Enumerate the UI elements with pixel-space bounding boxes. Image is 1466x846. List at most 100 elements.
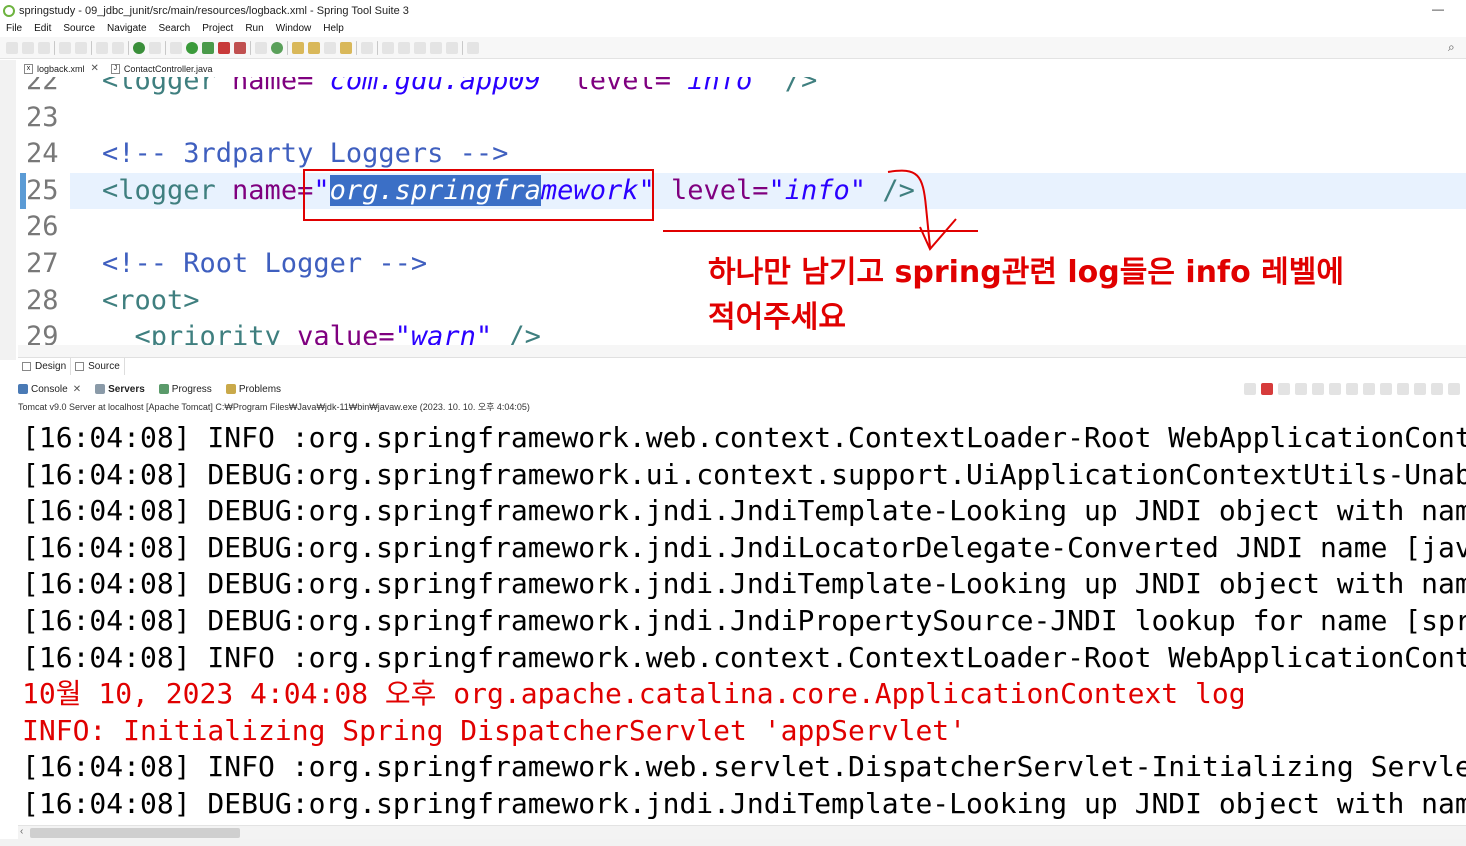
run-icon[interactable] — [186, 41, 198, 54]
console-output[interactable]: [16:04:08] INFO :org.springframework.web… — [18, 420, 1466, 825]
open-type-icon[interactable] — [292, 41, 304, 54]
code-token: <!-- Root Logger --> — [102, 248, 428, 279]
problems-icon — [225, 384, 236, 394]
stop-icon[interactable] — [218, 41, 230, 54]
servers-icon — [95, 384, 106, 394]
menu-item-window[interactable]: Window — [276, 23, 312, 34]
new-class-icon[interactable] — [271, 41, 283, 54]
menu-item-edit[interactable]: Edit — [34, 23, 51, 34]
print-icon[interactable] — [59, 41, 71, 54]
console-process-label: Tomcat v9.0 Server at localhost [Apache … — [18, 402, 530, 412]
console-horizontal-scrollbar[interactable]: ‹ — [18, 825, 1466, 839]
open-perspective-icon[interactable] — [467, 41, 479, 54]
close-icon[interactable]: ✕ — [73, 384, 81, 395]
skip-breakpoints-icon[interactable] — [112, 41, 124, 54]
open-folder-icon[interactable] — [308, 41, 320, 54]
menu-item-file[interactable]: File — [6, 23, 22, 34]
scrollbar-thumb[interactable] — [30, 828, 240, 838]
code-token: <!-- 3rdparty Loggers --> — [102, 138, 509, 170]
menu-item-search[interactable]: Search — [159, 23, 191, 34]
tab-logback-xml[interactable]: x logback.xml ✕ — [18, 60, 105, 77]
start-server-icon[interactable] — [133, 41, 145, 54]
line-number: 26 — [26, 211, 59, 243]
code-token: /> — [768, 77, 818, 96]
code-token: name= — [232, 174, 314, 206]
tab-source[interactable]: Source — [71, 358, 125, 375]
console-toolbar — [1244, 383, 1460, 395]
open-console-icon[interactable] — [1431, 383, 1443, 395]
annotation-text-line2: 적어주세요 — [708, 300, 846, 335]
clear-console-icon[interactable] — [1312, 383, 1324, 395]
pin-console-icon[interactable] — [1397, 383, 1409, 395]
copy-icon[interactable] — [75, 41, 87, 54]
line-number: 29 — [26, 321, 59, 345]
tab-console[interactable]: Console ✕ — [18, 384, 81, 395]
save-icon[interactable] — [22, 41, 34, 54]
coverage-icon[interactable] — [234, 41, 246, 54]
minimize-button[interactable]: — — [1432, 2, 1444, 16]
terminate-icon[interactable] — [1261, 383, 1273, 395]
line-number: 28 — [26, 284, 59, 316]
show-stdout-icon[interactable] — [1363, 383, 1375, 395]
code-line: <root> — [102, 285, 200, 316]
window-titlebar: springstudy - 09_jdbc_junit/src/main/res… — [0, 0, 1466, 22]
code-token: <root> — [102, 284, 200, 316]
console-line: [16:04:08] INFO :org.springframework.web… — [22, 421, 1466, 454]
tab-problems[interactable]: Problems — [225, 384, 281, 395]
console-line: [16:04:08] DEBUG:org.springframework.jnd… — [22, 786, 1466, 820]
back-icon[interactable] — [430, 41, 442, 54]
save-all-icon[interactable] — [38, 41, 50, 54]
java-file-icon: J — [110, 63, 120, 74]
word-wrap-icon[interactable] — [1346, 383, 1358, 395]
menu-item-project[interactable]: Project — [202, 23, 233, 34]
editor-tab-bar: x logback.xml ✕ J ContactController.java — [18, 60, 1466, 77]
menu-item-run[interactable]: Run — [245, 23, 263, 34]
menu-item-navigate[interactable]: Navigate — [107, 23, 146, 34]
sts-app-icon — [3, 4, 15, 17]
remove-all-icon[interactable] — [1295, 383, 1307, 395]
editor-horizontal-scrollbar[interactable] — [18, 345, 1466, 357]
tab-contact-controller[interactable]: J ContactController.java — [105, 60, 219, 77]
tab-label: Source — [88, 361, 120, 372]
toolbar-separator — [54, 40, 55, 55]
annotation-icon[interactable] — [382, 41, 394, 54]
pin-icon[interactable] — [1244, 383, 1256, 395]
code-token: /> — [492, 321, 541, 345]
search-icon[interactable]: ⌕ — [1448, 40, 1460, 54]
console-toggle-icon[interactable] — [96, 41, 108, 54]
xml-editor[interactable]: 22 <logger name="com.gdu.app09" level="in… — [18, 77, 1466, 345]
main-toolbar — [0, 37, 1466, 59]
display-console-icon[interactable] — [1414, 383, 1426, 395]
code-token: "info" — [670, 77, 769, 96]
tab-servers[interactable]: Servers — [95, 384, 145, 395]
menu-item-help[interactable]: Help — [323, 23, 344, 34]
minimize-view-icon[interactable] — [1448, 383, 1460, 395]
console-line: [16:04:08] DEBUG:org.springframework.jnd… — [22, 567, 1466, 601]
show-stderr-icon[interactable] — [1380, 383, 1392, 395]
annotation-box — [303, 169, 654, 221]
close-icon[interactable]: ✕ — [91, 63, 99, 74]
remove-launch-icon[interactable] — [1278, 383, 1290, 395]
debug-icon[interactable] — [202, 41, 214, 54]
scroll-left-icon[interactable]: ‹ — [20, 826, 23, 837]
forward-icon[interactable] — [446, 41, 458, 54]
console-line: [16:04:08] DEBUG:org.springframework.jnd… — [22, 494, 1466, 528]
edit-icon[interactable] — [324, 41, 336, 54]
refresh-icon[interactable] — [149, 41, 161, 54]
code-line: <priority value="warn" /> — [102, 321, 541, 345]
new-project-icon[interactable] — [255, 41, 267, 54]
console-icon — [18, 384, 28, 394]
tab-design[interactable]: Design — [18, 358, 72, 375]
tab-progress[interactable]: Progress — [158, 384, 212, 395]
search-globe-icon[interactable] — [361, 41, 373, 54]
code-token: value= — [297, 321, 395, 345]
open-resource-icon[interactable] — [340, 41, 352, 54]
next-annotation-icon[interactable] — [398, 41, 410, 54]
scroll-lock-icon[interactable] — [1329, 383, 1341, 395]
menu-item-source[interactable]: Source — [63, 23, 95, 34]
console-line: [16:04:08] DEBUG:org.springframework.ui.… — [22, 457, 1466, 491]
new-icon[interactable] — [6, 41, 18, 54]
settings-gear-icon[interactable] — [170, 41, 182, 54]
prev-annotation-icon[interactable] — [414, 41, 426, 54]
